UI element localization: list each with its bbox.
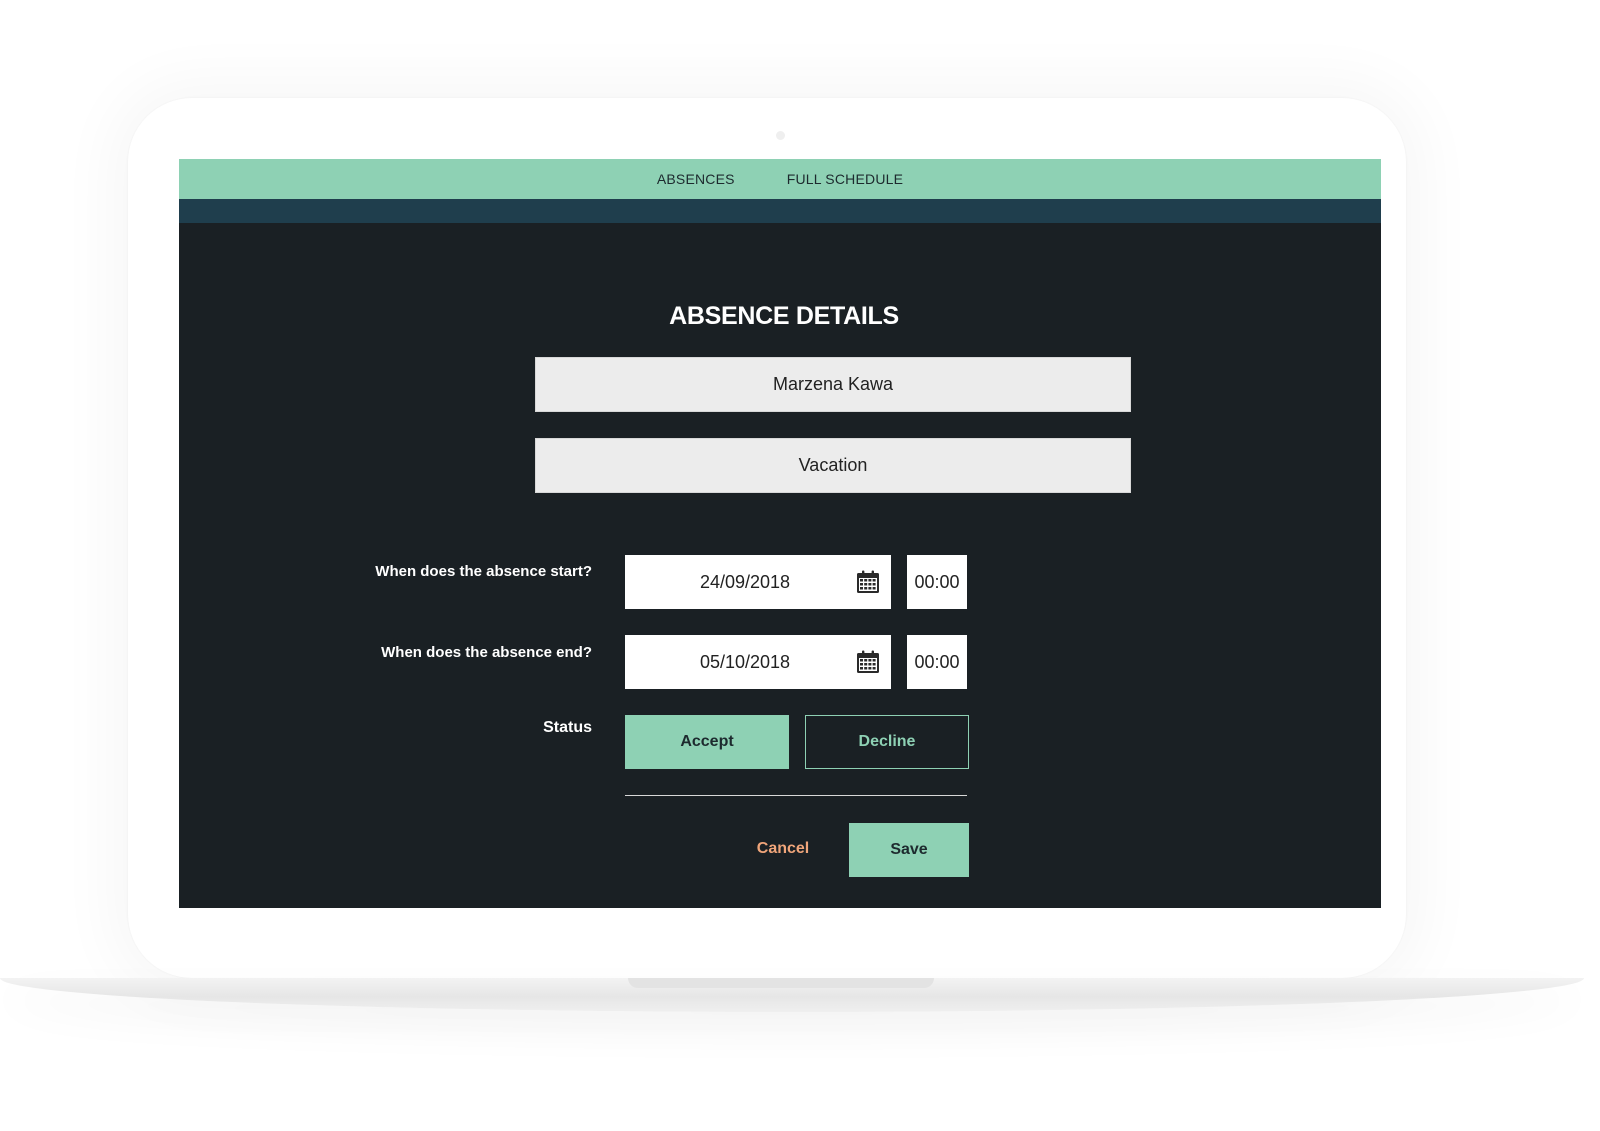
end-date-value: 05/10/2018: [699, 651, 791, 672]
sub-header-bar: [179, 199, 1381, 223]
employee-field[interactable]: Marzena Kawa: [535, 357, 1131, 412]
app-screen: ABSENCES FULL SCHEDULE ABSENCE DETAILS E…: [179, 159, 1381, 908]
save-button[interactable]: Save: [849, 823, 969, 877]
camera-dot: [776, 131, 785, 140]
employee-value: Marzena Kawa: [772, 374, 894, 394]
end-time-input[interactable]: 00:00: [907, 635, 967, 689]
page-title: ABSENCE DETAILS: [669, 302, 899, 330]
nav-item-full-schedule[interactable]: FULL SCHEDULE: [787, 171, 903, 187]
start-date-input[interactable]: 24/09/2018: [625, 555, 891, 609]
nav-item-absences[interactable]: ABSENCES: [657, 171, 735, 187]
status-label: Status: [543, 719, 592, 736]
top-nav: ABSENCES FULL SCHEDULE: [179, 159, 1381, 199]
form-divider: [625, 795, 967, 796]
end-label: When does the absence end?: [381, 644, 592, 661]
start-time-value: 00:00: [914, 571, 960, 592]
calendar-icon[interactable]: [856, 650, 880, 674]
start-time-input[interactable]: 00:00: [907, 555, 967, 609]
category-field[interactable]: Vacation: [535, 438, 1131, 493]
end-time-value: 00:00: [914, 651, 960, 672]
start-label: When does the absence start?: [375, 563, 592, 580]
accept-button[interactable]: Accept: [625, 715, 789, 769]
decline-button[interactable]: Decline: [805, 715, 969, 769]
start-date-value: 24/09/2018: [699, 571, 791, 592]
cancel-button[interactable]: Cancel: [739, 822, 827, 876]
category-value: Vacation: [798, 455, 868, 475]
calendar-icon[interactable]: [856, 570, 880, 594]
end-date-input[interactable]: 05/10/2018: [625, 635, 891, 689]
laptop-notch: [628, 978, 934, 988]
